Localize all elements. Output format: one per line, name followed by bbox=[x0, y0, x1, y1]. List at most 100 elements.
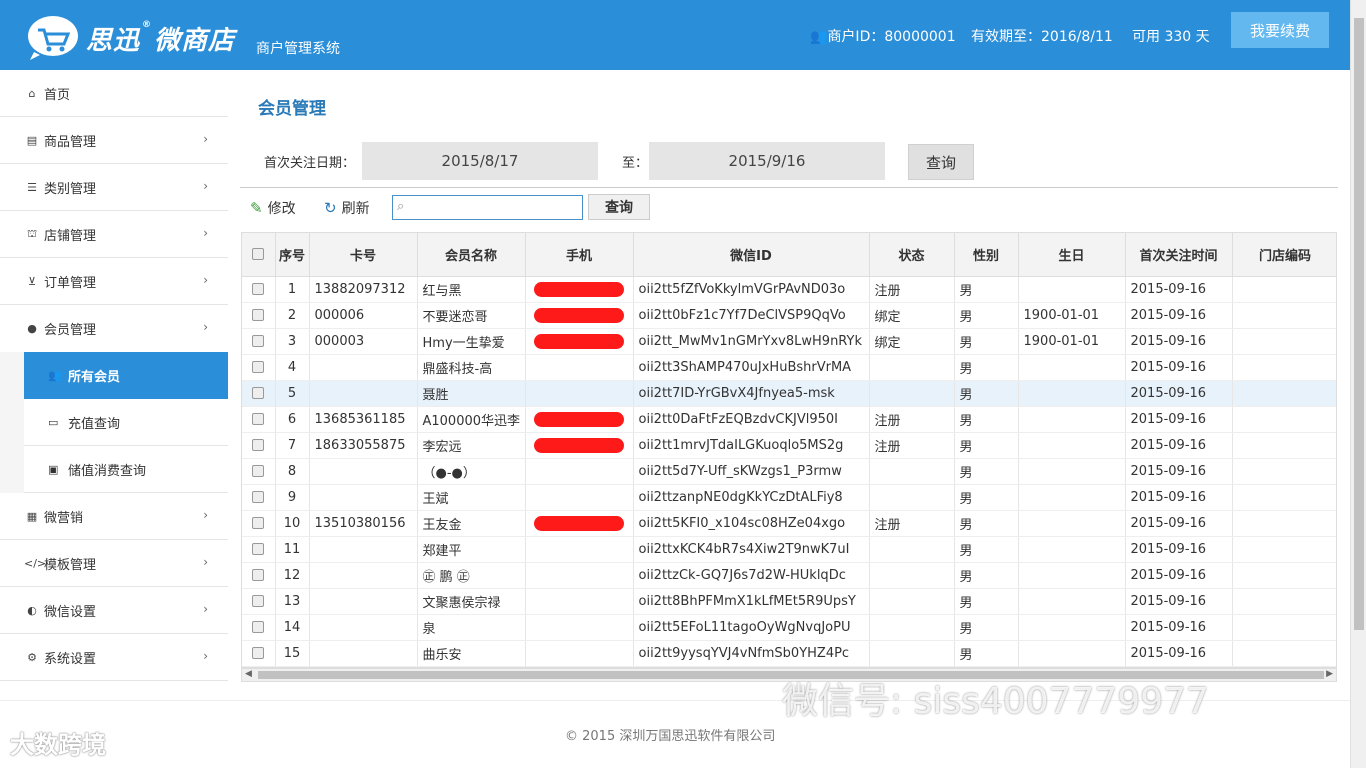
sidebar-item-products[interactable]: ▤ 商品管理 › bbox=[0, 117, 228, 164]
cell-first-follow: 2015-09-16 bbox=[1125, 614, 1233, 641]
sidebar-item-categories[interactable]: ☰ 类别管理 › bbox=[0, 164, 228, 211]
cell-phone bbox=[525, 276, 634, 303]
cell-gender: 男 bbox=[954, 276, 1019, 303]
cell-select bbox=[242, 380, 276, 407]
cell-gender: 男 bbox=[954, 588, 1019, 615]
row-checkbox[interactable] bbox=[252, 647, 265, 659]
sidebar-item-templates[interactable]: </> 模板管理 › bbox=[0, 540, 228, 587]
col-header[interactable]: 首次关注时间 bbox=[1125, 233, 1233, 277]
select-all-checkbox[interactable] bbox=[242, 233, 276, 277]
cell-name: （●-●） bbox=[417, 458, 526, 485]
table-row[interactable]: 2 000006 不要迷恋哥 oii2tt0bFz1c7Yf7DeClVSP9QqVo… bbox=[242, 302, 1336, 329]
date-to-input[interactable] bbox=[649, 142, 885, 180]
cell-wechat-id: oii2tt5EFoL11tagoOyWgNvqJoPU bbox=[633, 614, 870, 641]
sidebar-item-micro-marketing[interactable]: ▦ 微营销 › bbox=[0, 493, 228, 540]
table-row[interactable]: 5 聂胜 oii2tt7ID-YrGBvX4Jfnyea5-msk 男 2015-09-… bbox=[242, 380, 1336, 407]
sidebar-item-home[interactable]: ⌂ 首页 bbox=[0, 70, 228, 117]
row-checkbox[interactable] bbox=[252, 361, 265, 373]
table-row[interactable]: 15 曲乐安 oii2tt9yysqYVJ4vNfmSb0YHZ4Pc 男 2015-0… bbox=[242, 640, 1336, 667]
edit-button[interactable]: ✎ 修改 bbox=[250, 198, 296, 218]
table-row[interactable]: 7 18633055875 李宏远 oii2tt1mrvJTdaILGKuoqlo5M… bbox=[242, 432, 1336, 459]
row-checkbox[interactable] bbox=[252, 387, 265, 399]
scroll-left-icon[interactable]: ◀ bbox=[245, 669, 252, 679]
sidebar-subitem-stored-value-query[interactable]: ▣ 储值消费查询 bbox=[24, 446, 228, 493]
merchant-id: 👥商户ID：80000001 bbox=[810, 29, 956, 45]
table-body: 1 13882097312 红与黑 oii2tt5fZfVoKkylmVGrPAvND… bbox=[242, 276, 1336, 667]
cell-wechat-id: oii2ttxKCK4bR7s4Xiw2T9nwK7uI bbox=[633, 536, 870, 563]
cell-card: 13510380156 bbox=[309, 510, 418, 537]
col-header[interactable]: 微信ID bbox=[633, 233, 870, 277]
cell-no: 3 bbox=[275, 328, 310, 355]
cell-no: 6 bbox=[275, 406, 310, 433]
refresh-button[interactable]: ↻ 刷新 bbox=[324, 198, 370, 218]
table-row[interactable]: 12 ㊣ 鹏 ㊣ oii2ttzCk-GQ7J6s7d2W-HUklqDc 男 2015… bbox=[242, 562, 1336, 589]
col-header[interactable]: 门店编码 bbox=[1232, 233, 1336, 277]
renew-button[interactable]: 我要续费 bbox=[1231, 12, 1329, 48]
date-query-button[interactable]: 查询 bbox=[908, 144, 974, 180]
cell-status bbox=[869, 484, 955, 511]
cell-name: 不要迷恋哥 bbox=[417, 302, 526, 329]
row-checkbox[interactable] bbox=[252, 335, 265, 347]
col-header[interactable]: 卡号 bbox=[309, 233, 418, 277]
cell-first-follow: 2015-09-16 bbox=[1125, 432, 1233, 459]
table-row[interactable]: 8 （●-●） oii2tt5d7Y-Uff_sKWzgs1_P3rmw 男 2015-… bbox=[242, 458, 1336, 485]
sidebar-item-members[interactable]: ● 会员管理 › bbox=[0, 305, 228, 352]
sidebar-item-stores[interactable]: ⛫ 店铺管理 › bbox=[0, 211, 228, 258]
sidebar-subitem-all-members[interactable]: 👥 所有会员 bbox=[24, 352, 228, 399]
search-input[interactable] bbox=[415, 198, 579, 217]
scroll-right-icon[interactable]: ▶ bbox=[1326, 669, 1333, 679]
table-row[interactable]: 10 13510380156 王友金 oii2tt5KFI0_x104sc08HZe0… bbox=[242, 510, 1336, 537]
cell-card bbox=[309, 588, 418, 615]
search-button[interactable]: 查询 bbox=[588, 194, 650, 220]
row-checkbox[interactable] bbox=[252, 491, 265, 503]
table-row[interactable]: 4 鼎盛科技-高 oii2tt3ShAMP470uJxHuBshrVrMA 男 2015… bbox=[242, 354, 1336, 381]
col-header[interactable]: 状态 bbox=[869, 233, 955, 277]
row-checkbox[interactable] bbox=[252, 465, 265, 477]
cell-store-code bbox=[1232, 640, 1336, 667]
table-row[interactable]: 3 000003 Hmy一生挚爱 oii2tt_MwMv1nGMrYxv8LwH9nR… bbox=[242, 328, 1336, 355]
search-icon: ⌕ bbox=[397, 199, 405, 214]
row-checkbox[interactable] bbox=[252, 439, 265, 451]
table-row[interactable]: 9 王斌 oii2ttzanpNE0dgKkYCzDtALFiy8 男 2015-09-… bbox=[242, 484, 1336, 511]
cell-first-follow: 2015-09-16 bbox=[1125, 406, 1233, 433]
row-checkbox[interactable] bbox=[252, 621, 265, 633]
sidebar-item-wechat-settings[interactable]: ◐ 微信设置 › bbox=[0, 587, 228, 634]
cell-name: Hmy一生挚爱 bbox=[417, 328, 526, 355]
page-vertical-scrollbar[interactable] bbox=[1350, 0, 1366, 768]
col-header[interactable]: 手机 bbox=[525, 233, 634, 277]
col-header[interactable]: 生日 bbox=[1018, 233, 1126, 277]
table-row[interactable]: 1 13882097312 红与黑 oii2tt5fZfVoKkylmVGrPAvND… bbox=[242, 276, 1336, 303]
app-subtitle: 商户管理系统 bbox=[256, 41, 340, 57]
sidebar-item-system-settings[interactable]: ⚙ 系统设置 › bbox=[0, 634, 228, 681]
col-header[interactable]: 会员名称 bbox=[417, 233, 526, 277]
cell-name: 郑建平 bbox=[417, 536, 526, 563]
row-checkbox[interactable] bbox=[252, 309, 265, 321]
cell-gender: 男 bbox=[954, 614, 1019, 641]
table-row[interactable]: 14 泉 oii2tt5EFoL11tagoOyWgNvqJoPU 男 2015-09-… bbox=[242, 614, 1336, 641]
sidebar-subitem-recharge-query[interactable]: ▭ 充值查询 bbox=[24, 399, 228, 446]
redacted-phone bbox=[534, 333, 624, 349]
date-from-input[interactable] bbox=[362, 142, 598, 180]
cell-gender: 男 bbox=[954, 484, 1019, 511]
row-checkbox[interactable] bbox=[252, 569, 265, 581]
row-checkbox[interactable] bbox=[252, 517, 265, 529]
cell-first-follow: 2015-09-16 bbox=[1125, 562, 1233, 589]
row-checkbox[interactable] bbox=[252, 595, 265, 607]
cell-name: A100000华迅李 bbox=[417, 406, 526, 433]
cell-no: 8 bbox=[275, 458, 310, 485]
cell-birthday: 1900-01-01 bbox=[1018, 302, 1126, 329]
col-header[interactable]: 性别 bbox=[954, 233, 1019, 277]
table-row[interactable]: 13 文聚惠侯宗禄 oii2tt8BhPFMmX1kLfMEt5R9UpsY 男 201… bbox=[242, 588, 1336, 615]
scroll-thumb[interactable] bbox=[1354, 18, 1364, 630]
cell-store-code bbox=[1232, 328, 1336, 355]
row-checkbox[interactable] bbox=[252, 283, 265, 295]
home-icon: ⌂ bbox=[28, 86, 36, 100]
sidebar-item-orders[interactable]: ⊻ 订单管理 › bbox=[0, 258, 228, 305]
cell-wechat-id: oii2tt5fZfVoKkylmVGrPAvND03o bbox=[633, 276, 870, 303]
row-checkbox[interactable] bbox=[252, 413, 265, 425]
table-row[interactable]: 11 郑建平 oii2ttxKCK4bR7s4Xiw2T9nwK7uI 男 2015-0… bbox=[242, 536, 1336, 563]
row-checkbox[interactable] bbox=[252, 543, 265, 555]
col-header[interactable]: 序号 bbox=[275, 233, 310, 277]
cell-phone bbox=[525, 484, 634, 511]
table-row[interactable]: 6 13685361185 A100000华迅李 oii2tt0DaFtFzEQBzd… bbox=[242, 406, 1336, 433]
